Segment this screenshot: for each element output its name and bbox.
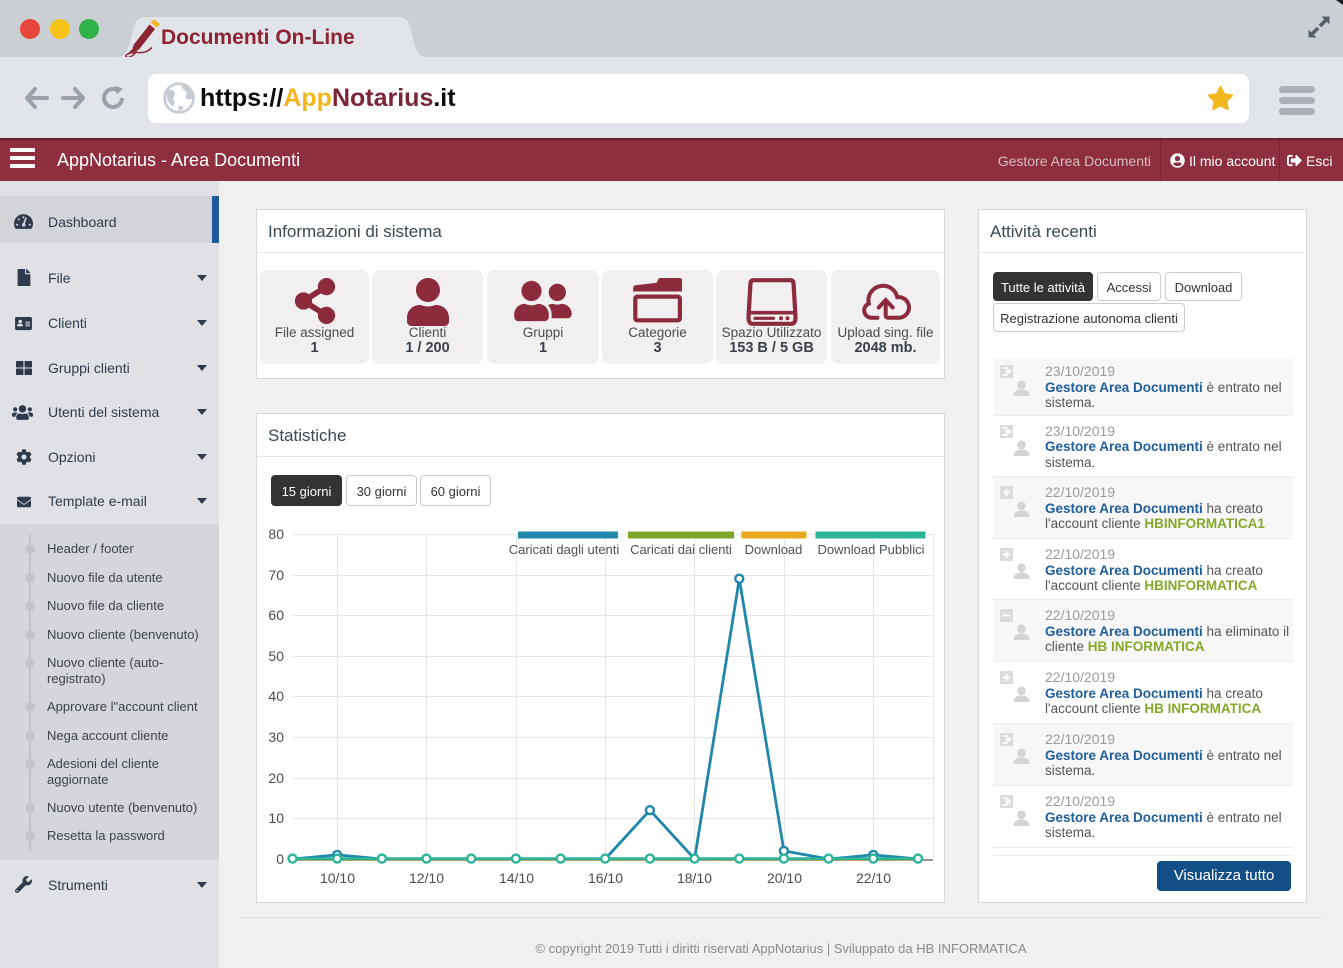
svg-text:Caricati dagli utenti: Caricati dagli utenti bbox=[509, 542, 620, 557]
svg-text:22/10: 22/10 bbox=[856, 870, 891, 886]
svg-text:50: 50 bbox=[268, 648, 284, 664]
svg-text:80: 80 bbox=[268, 526, 284, 542]
svg-text:Caricati dai clienti: Caricati dai clienti bbox=[630, 542, 732, 557]
svg-text:30: 30 bbox=[268, 729, 284, 745]
svg-text:10: 10 bbox=[268, 810, 284, 826]
svg-text:40: 40 bbox=[268, 688, 284, 704]
svg-text:20: 20 bbox=[268, 770, 284, 786]
svg-text:10/10: 10/10 bbox=[320, 870, 355, 886]
svg-text:Download Pubblici: Download Pubblici bbox=[818, 542, 925, 557]
svg-text:0: 0 bbox=[276, 851, 284, 867]
svg-text:14/10: 14/10 bbox=[499, 870, 534, 886]
svg-text:12/10: 12/10 bbox=[409, 870, 444, 886]
svg-text:20/10: 20/10 bbox=[767, 870, 802, 886]
svg-text:Download: Download bbox=[745, 542, 803, 557]
svg-text:16/10: 16/10 bbox=[588, 870, 623, 886]
svg-text:60: 60 bbox=[268, 607, 284, 623]
svg-text:70: 70 bbox=[268, 567, 284, 583]
svg-text:18/10: 18/10 bbox=[677, 870, 712, 886]
